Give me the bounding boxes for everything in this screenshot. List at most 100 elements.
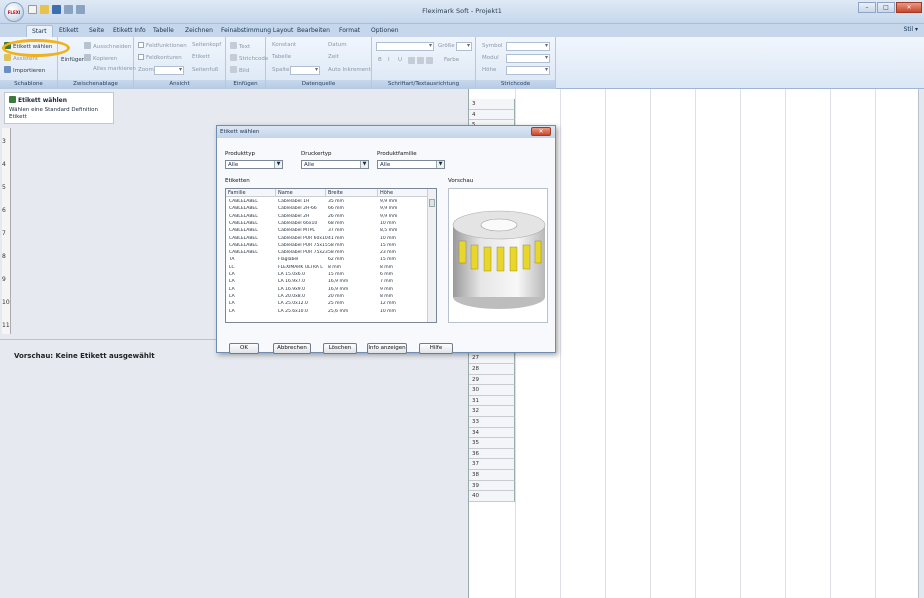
list-cell[interactable]: 25 mm (328, 301, 378, 307)
sheet-row-number[interactable]: 33 (469, 417, 515, 428)
sheet-row-number[interactable]: 32 (469, 406, 515, 417)
list-cell[interactable]: CABLELABEL (229, 236, 277, 242)
list-cell[interactable]: 26 mm (328, 214, 378, 220)
column-header[interactable]: Breite (326, 189, 378, 197)
list-cell[interactable]: 23 mm (380, 250, 428, 256)
tab-bearbeiten[interactable]: Bearbeiten (292, 25, 335, 37)
sheet-row-number[interactable]: 3 (469, 99, 515, 110)
druckertyp-select[interactable]: Alle ▼ (301, 160, 369, 169)
spalte-combo[interactable] (290, 66, 320, 75)
list-cell[interactable]: 35 mm (328, 199, 378, 205)
list-cell[interactable]: 25,6 mm (328, 309, 378, 315)
feldkonturen-checkbox[interactable]: Feldkonturen (138, 54, 182, 61)
sheet-row-number[interactable]: 40 (469, 491, 515, 502)
bild-button[interactable]: Bild (230, 66, 249, 74)
list-cell[interactable]: Cablelabel 2H-66 (278, 206, 328, 212)
tab-tabelle[interactable]: Tabelle (148, 25, 179, 37)
list-cell[interactable]: 16,9 mm (328, 279, 378, 285)
list-cell[interactable]: 66 mm (328, 206, 378, 212)
list-cell[interactable]: 68 mm (328, 221, 378, 227)
hoehe-combo[interactable] (506, 66, 550, 75)
list-cell[interactable]: LA (229, 294, 277, 300)
list-cell[interactable]: LC (229, 265, 277, 271)
list-cell[interactable]: 9 mm (380, 287, 428, 293)
list-cell[interactable]: LA (229, 279, 277, 285)
align-buttons[interactable] (408, 57, 435, 65)
list-cell[interactable]: 10 mm (380, 221, 428, 227)
size-combo[interactable] (456, 42, 472, 51)
list-cell[interactable]: LA 16.9x9.0 (278, 287, 328, 293)
tab-zeichnen[interactable]: Zeichnen (180, 25, 218, 37)
list-cell[interactable]: 15 mm (328, 272, 378, 278)
list-cell[interactable]: LA 25.6x10.0 (278, 309, 328, 315)
tab-optionen[interactable]: Optionen (366, 25, 404, 37)
tab-start[interactable]: Start (26, 25, 53, 37)
ok-button[interactable]: OK (229, 343, 259, 354)
list-cell[interactable]: 6 mm (380, 272, 428, 278)
auto-inkrement-button[interactable]: Auto Inkrement (328, 67, 371, 73)
list-cell[interactable]: 12 mm (380, 301, 428, 307)
tab-seite[interactable]: Seite (84, 25, 109, 37)
list-cell[interactable]: CABLELABEL (229, 199, 277, 205)
tabelle-button[interactable]: Tabelle (272, 54, 291, 60)
list-cell[interactable]: 58 mm (328, 250, 378, 256)
list-cell[interactable]: TA (229, 257, 277, 263)
datum-button[interactable]: Datum (328, 42, 347, 48)
italic-button[interactable]: I (388, 57, 390, 63)
list-cell[interactable]: 16,9 mm (328, 287, 378, 293)
list-cell[interactable]: CABLELABEL (229, 206, 277, 212)
list-cell[interactable]: Cablelabel PUR 75x23 (278, 250, 328, 256)
farbe-button[interactable]: Farbe (444, 57, 459, 63)
list-cell[interactable]: 10 mm (380, 236, 428, 242)
list-cell[interactable]: CABLELABEL (229, 228, 277, 234)
list-cell[interactable]: 8 mm (380, 294, 428, 300)
close-button[interactable]: ✕ (896, 2, 922, 13)
symbol-combo[interactable] (506, 42, 550, 51)
list-cell[interactable]: Flaglabel (278, 257, 328, 263)
sheet-row-number[interactable]: 4 (469, 109, 515, 121)
sheet-row-number[interactable]: 39 (469, 480, 515, 492)
list-cell[interactable]: 20 mm (328, 294, 378, 300)
info-anzeigen-button[interactable]: Info anzeigen (367, 343, 407, 354)
maximize-button[interactable]: □ (877, 2, 895, 13)
feldfunktionen-checkbox[interactable]: Feldfunktionen (138, 42, 187, 49)
sheet-row-number[interactable]: 27 (469, 353, 515, 364)
list-cell[interactable]: 15 mm (380, 243, 428, 249)
abbrechen-button[interactable]: Abbrechen (273, 343, 311, 354)
list-cell[interactable]: 9,9 mm (380, 214, 428, 220)
alles-markieren-button[interactable]: Alles markieren (93, 66, 136, 72)
list-cell[interactable]: 8,5 mm (380, 228, 428, 234)
list-cell[interactable]: 9,9 mm (380, 199, 428, 205)
sheet-row-number[interactable]: 30 (469, 385, 515, 396)
list-cell[interactable]: 37 mm (328, 228, 378, 234)
list-cell[interactable]: LA 15.0x6.0 (278, 272, 328, 278)
bold-button[interactable]: B (378, 57, 382, 63)
seitenfuss-button[interactable]: Seitenfuß (192, 67, 218, 73)
list-cell[interactable]: LA (229, 309, 277, 315)
zoom-combo[interactable] (154, 66, 184, 75)
list-cell[interactable]: 8 mm (380, 265, 428, 271)
list-cell[interactable]: CABLELABEL (229, 214, 277, 220)
column-header[interactable]: Name (276, 189, 326, 197)
list-cell[interactable]: 7 mm (380, 279, 428, 285)
zeit-button[interactable]: Zeit (328, 54, 339, 60)
list-cell[interactable]: 41 mm (328, 236, 378, 242)
list-cell[interactable]: 9,9 mm (380, 206, 428, 212)
text-button[interactable]: Text (230, 42, 250, 50)
konstant-button[interactable]: Konstant (272, 42, 296, 48)
list-cell[interactable]: CABLELABEL (229, 250, 277, 256)
strichcode-button[interactable]: Strichcode (230, 54, 268, 62)
list-cell[interactable]: Cablelabel PUR 60x10 (278, 236, 328, 242)
list-scrollbar[interactable] (427, 189, 436, 322)
list-cell[interactable]: CABLELABEL (229, 221, 277, 227)
list-cell[interactable]: Cablelabel 66x10 (278, 221, 328, 227)
sheet-row-number[interactable]: 28 (469, 364, 515, 375)
ausschneiden-button[interactable]: Ausschneiden (84, 42, 131, 50)
tab-etikett-info[interactable]: Etikett Info (108, 25, 151, 37)
sheet-row-number[interactable]: 38 (469, 470, 515, 481)
list-cell[interactable]: FLEXIMARK ULTRA L (278, 265, 328, 271)
produktfamilie-select[interactable]: Alle ▼ (377, 160, 445, 169)
list-cell[interactable]: LA (229, 272, 277, 278)
sheet-row-number[interactable]: 31 (469, 395, 515, 407)
list-cell[interactable]: Cablelabel PUR 75x15 (278, 243, 328, 249)
